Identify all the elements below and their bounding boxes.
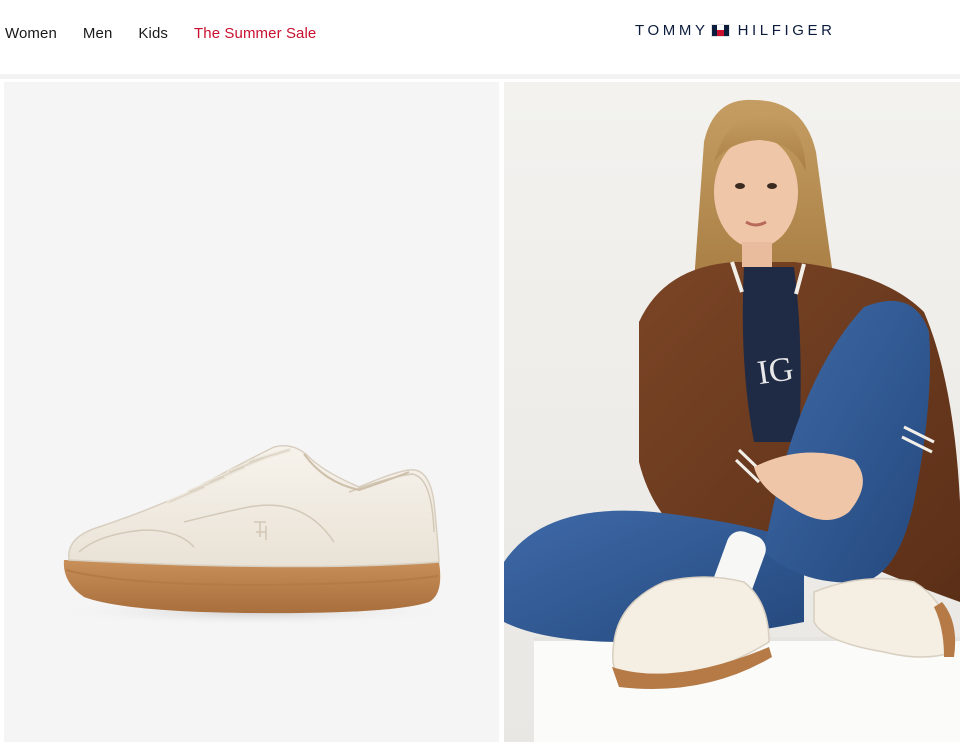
- lifestyle-image-model[interactable]: IG: [504, 82, 960, 742]
- main-nav: Women Men Kids The Summer Sale: [5, 24, 342, 44]
- brand-name-right: HILFIGER: [737, 22, 836, 39]
- nav-item-kids[interactable]: Kids: [138, 24, 168, 44]
- nav-item-women[interactable]: Women: [5, 24, 57, 44]
- site-header: Women Men Kids The Summer Sale TOMMY HIL…: [0, 0, 960, 74]
- tommy-flag-icon: [710, 24, 730, 37]
- nav-item-summer-sale[interactable]: The Summer Sale: [194, 24, 316, 44]
- product-image-sneaker[interactable]: [4, 82, 499, 742]
- sneaker-illustration: [54, 445, 454, 626]
- brand-logo[interactable]: TOMMY HILFIGER: [635, 22, 836, 39]
- header-divider: [0, 74, 960, 79]
- model-illustration: IG: [504, 82, 960, 742]
- svg-text:IG: IG: [755, 350, 796, 392]
- brand-name-left: TOMMY: [635, 22, 709, 39]
- nav-item-men[interactable]: Men: [83, 24, 112, 44]
